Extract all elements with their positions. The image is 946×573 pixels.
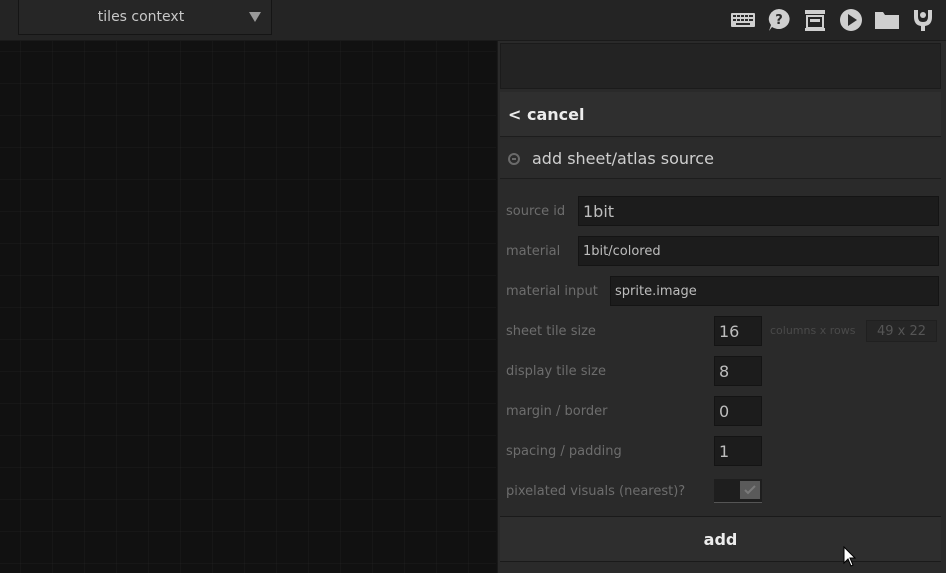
luxe-icon[interactable] [908,6,938,34]
play-icon[interactable] [836,6,866,34]
spacing-padding-value: 1 [719,441,730,461]
sheet-tile-size-input[interactable]: 16 [714,316,762,346]
toggle-knob [740,481,760,499]
folder-icon[interactable] [872,6,902,34]
material-input-row: material input [506,276,598,306]
mouse-cursor-icon [843,546,857,567]
material-row: material [506,236,560,266]
columns-rows-value: 49 x 22 [876,323,927,339]
cancel-button[interactable]: < cancel [500,92,941,137]
check-icon [744,485,756,495]
display-tile-size-value: 8 [719,361,730,381]
section-header[interactable]: add sheet/atlas source [500,139,941,179]
columns-rows-readout: 49 x 22 [866,320,937,342]
spacing-padding-label: spacing / padding [506,443,622,459]
tiles-panel: < cancel add sheet/atlas source source i… [497,41,946,573]
margin-border-row: margin / border [506,396,607,426]
top-bar: tiles context ? [0,0,946,41]
pixelated-toggle[interactable] [714,479,762,503]
material-value: 1bit/colored [583,243,661,259]
context-dropdown[interactable]: tiles context [18,0,272,35]
spacing-padding-input[interactable]: 1 [714,436,762,466]
pixelated-label: pixelated visuals (nearest)? [506,483,686,499]
world-viewport[interactable] [0,41,496,573]
toolbar: ? [728,6,938,34]
margin-border-value: 0 [719,401,730,421]
panel-header [500,43,941,89]
margin-border-label: margin / border [506,403,608,419]
chevron-down-icon [249,12,261,22]
source-id-label: source id [506,203,566,219]
add-label: add [703,529,738,549]
margin-border-input[interactable]: 0 [714,396,762,426]
inspector-icon[interactable] [800,6,830,34]
svg-text:?: ? [775,13,783,28]
add-button[interactable]: add [500,516,941,562]
sheet-tile-size-value: 16 [719,321,740,341]
collapse-icon[interactable] [508,152,520,165]
sheet-tile-size-row: sheet tile size [506,316,596,346]
help-icon[interactable]: ? [764,6,794,34]
source-id-value: 1bit [583,201,615,221]
sheet-tile-size-label: sheet tile size [506,323,596,339]
material-input-field[interactable]: sprite.image [610,276,939,306]
keyboard-icon[interactable] [728,6,758,34]
cancel-label: < cancel [508,104,585,124]
material-input-value: sprite.image [615,283,697,299]
spacing-padding-row: spacing / padding [506,436,622,466]
display-tile-size-input[interactable]: 8 [714,356,762,386]
section-title: add sheet/atlas source [532,149,714,168]
display-tile-size-row: display tile size [506,356,606,386]
source-id-input[interactable]: 1bit [578,196,939,226]
context-dropdown-label: tiles context [97,9,185,25]
columns-rows-hint: columns x rows [770,324,856,337]
display-tile-size-label: display tile size [506,363,606,379]
material-input-label: material input [506,283,598,299]
pixelated-row: pixelated visuals (nearest)? [506,476,685,506]
material-label: material [506,243,561,259]
source-id-row: source id [506,196,565,226]
material-input[interactable]: 1bit/colored [578,236,939,266]
